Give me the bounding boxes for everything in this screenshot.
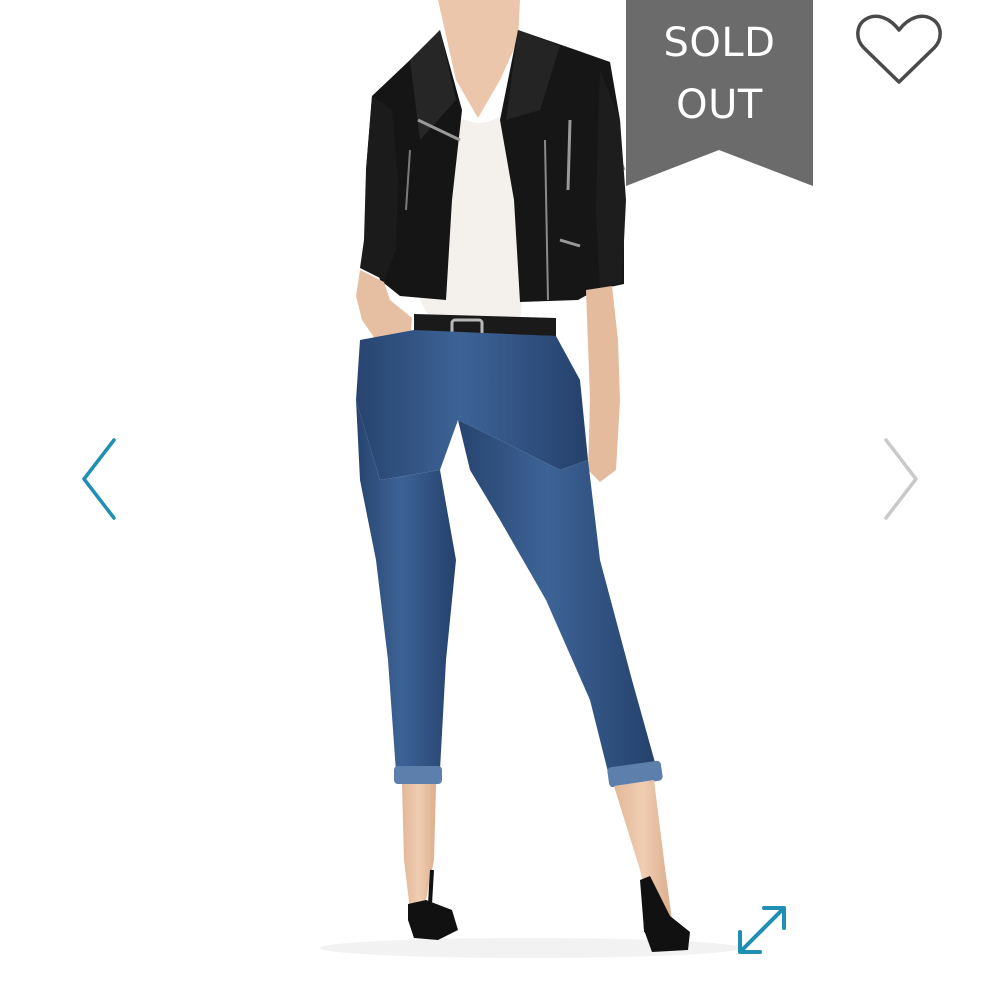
next-image-button[interactable]	[878, 436, 922, 522]
sold-out-line1: SOLD	[663, 20, 776, 66]
jeans-right-leg	[458, 420, 656, 780]
product-image-viewer: SOLD OUT	[0, 0, 1000, 1000]
heart-outline-icon	[856, 14, 942, 84]
sold-out-line2: OUT	[676, 82, 763, 128]
favorite-button[interactable]	[854, 14, 944, 88]
right-arm	[586, 286, 620, 482]
chevron-left-icon	[82, 438, 116, 520]
expand-diagonal-icon	[738, 906, 786, 954]
left-shoe	[408, 900, 458, 940]
left-cuff	[394, 766, 442, 784]
previous-image-button[interactable]	[78, 436, 122, 522]
sold-out-badge: SOLD OUT	[626, 0, 813, 186]
expand-image-button[interactable]	[734, 902, 790, 958]
sold-out-label: SOLD OUT	[626, 12, 813, 136]
product-photo	[320, 0, 740, 958]
chevron-right-icon	[884, 438, 918, 520]
